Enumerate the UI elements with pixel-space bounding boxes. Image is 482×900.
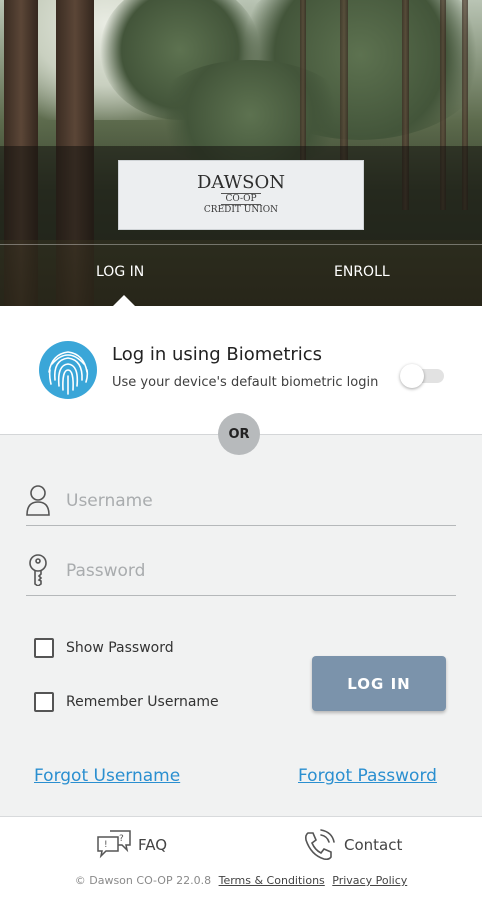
show-password-label: Show Password <box>66 640 174 656</box>
tab-divider <box>0 244 482 245</box>
forgot-password-link[interactable]: Forgot Password <box>298 766 437 786</box>
faq-chat-icon: ? ! <box>97 830 131 859</box>
remember-username-option[interactable]: Remember Username <box>34 692 219 712</box>
username-field <box>26 476 456 526</box>
svg-text:?: ? <box>119 834 124 844</box>
user-icon <box>26 485 50 516</box>
svg-text:!: ! <box>104 840 108 850</box>
privacy-link[interactable]: Privacy Policy <box>332 874 407 887</box>
contact-label: Contact <box>344 836 403 854</box>
credit-union-logo: DAWSON CO-OP CREDIT UNION <box>118 160 364 230</box>
phone-icon <box>304 829 335 861</box>
active-tab-indicator <box>113 295 135 306</box>
biometrics-subtitle: Use your device's default biometric logi… <box>112 375 379 390</box>
password-field <box>26 546 456 596</box>
key-icon <box>29 554 47 586</box>
password-input[interactable] <box>66 558 446 584</box>
copyright-row: © Dawson CO-OP 22.0.8 Terms & Conditions… <box>0 874 482 887</box>
tab-enroll[interactable]: ENROLL <box>334 264 390 280</box>
logo-line2: CO-OP <box>221 193 261 205</box>
logo-line1: DAWSON <box>196 172 286 193</box>
faq-label: FAQ <box>138 836 168 854</box>
footer: ? ! FAQ Contact © Dawson CO-OP 22.0.8 Te… <box>0 816 482 900</box>
biometrics-toggle[interactable] <box>400 364 446 388</box>
header-hero: DAWSON CO-OP CREDIT UNION LOG IN ENROLL <box>0 0 482 306</box>
logo-line3: CREDIT UNION <box>203 205 279 215</box>
fingerprint-icon <box>39 341 97 399</box>
copyright-text: © Dawson CO-OP 22.0.8 <box>74 874 212 887</box>
show-password-checkbox[interactable] <box>34 638 54 658</box>
contact-button[interactable]: Contact <box>302 829 402 861</box>
tab-log-in[interactable]: LOG IN <box>96 264 144 280</box>
show-password-option[interactable]: Show Password <box>34 638 174 658</box>
remember-username-checkbox[interactable] <box>34 692 54 712</box>
faq-button[interactable]: ? ! FAQ <box>96 829 167 861</box>
remember-username-label: Remember Username <box>66 694 219 710</box>
or-divider-badge: OR <box>218 413 260 455</box>
terms-link[interactable]: Terms & Conditions <box>219 874 325 887</box>
username-input[interactable] <box>66 488 446 514</box>
forgot-username-link[interactable]: Forgot Username <box>34 766 180 786</box>
login-button[interactable]: LOG IN <box>312 656 446 711</box>
toggle-knob <box>400 364 424 388</box>
biometrics-title: Log in using Biometrics <box>112 344 323 365</box>
